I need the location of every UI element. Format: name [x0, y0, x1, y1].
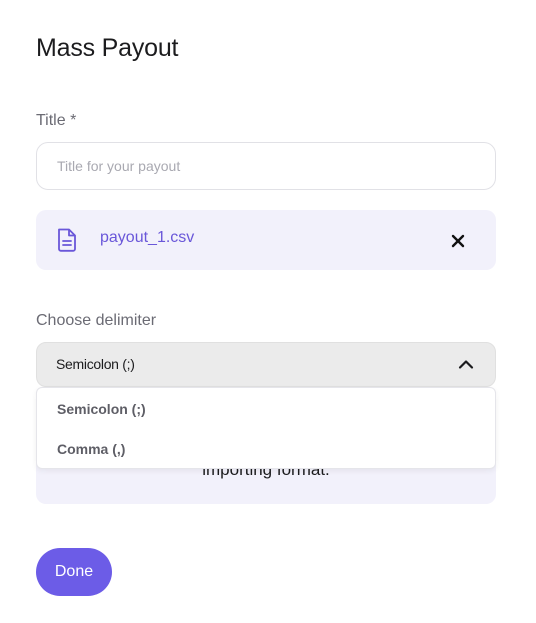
chevron-up-icon: [458, 360, 474, 369]
delimiter-selected-value: Semicolon (;): [56, 356, 135, 372]
page-title: Mass Payout: [36, 34, 179, 62]
title-input[interactable]: [36, 142, 496, 190]
delimiter-option-comma[interactable]: Comma (,): [57, 441, 125, 457]
uploaded-file-card: payout_1.csv: [36, 210, 496, 270]
delimiter-dropdown-menu: Semicolon (;) Comma (,): [36, 387, 496, 469]
mass-payout-dialog: Mass Payout Title * payout_1.csv Choose …: [0, 0, 536, 623]
done-button[interactable]: Done: [36, 548, 112, 596]
delimiter-select[interactable]: Semicolon (;): [36, 342, 496, 387]
delimiter-label: Choose delimiter: [36, 312, 157, 329]
delimiter-option-semicolon[interactable]: Semicolon (;): [57, 401, 146, 417]
title-field-label: Title *: [36, 112, 77, 129]
file-icon: [58, 228, 76, 252]
close-icon[interactable]: [448, 231, 468, 251]
file-name: payout_1.csv: [100, 229, 195, 246]
